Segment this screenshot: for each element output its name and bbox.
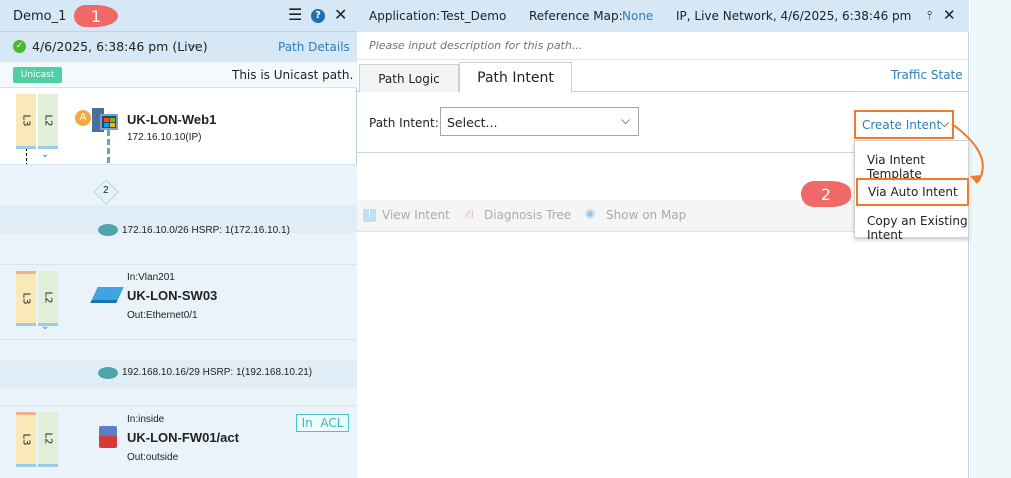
- interface-out: Out:Ethernet0/1: [127, 310, 198, 321]
- tab-path-logic[interactable]: Path Logic: [359, 64, 459, 92]
- layer-l3[interactable]: L3: [16, 412, 36, 467]
- hop-section: 2 172.16.10.0/26 HSRP: 1(172.16.10.1): [0, 165, 357, 265]
- timestamp-dropdown[interactable]: 4/6/2025, 6:38:46 pm (Live): [32, 39, 208, 54]
- menu-icon[interactable]: ☰: [288, 5, 302, 24]
- acl-badge[interactable]: In ACL: [296, 414, 349, 432]
- layer-l2[interactable]: L2: [38, 412, 58, 467]
- device-name[interactable]: UK-LON-SW03: [127, 288, 217, 303]
- close-icon[interactable]: ✕: [943, 6, 956, 24]
- view-intent-icon: I: [363, 209, 376, 222]
- callout-1: 1: [74, 5, 118, 27]
- unicast-badge: Unicast: [13, 67, 62, 83]
- check-icon: ✓: [13, 40, 26, 53]
- reference-map-link[interactable]: None: [622, 9, 653, 23]
- device-name[interactable]: UK-LON-Web1: [127, 112, 216, 127]
- source-marker: A: [75, 110, 91, 126]
- close-icon[interactable]: ✕: [334, 5, 347, 24]
- traffic-state-link[interactable]: Traffic State: [891, 68, 963, 82]
- router-icon: [98, 224, 118, 236]
- path-type-row: Unicast This is Unicast path.: [0, 62, 357, 88]
- eye-icon: ◉: [585, 206, 596, 220]
- path-info-header: Application: Test_Demo Reference Map: No…: [357, 0, 969, 32]
- router-icon: [98, 367, 118, 379]
- application-label: Application:: [369, 9, 441, 23]
- pin-icon[interactable]: ⫯: [927, 8, 932, 23]
- device-row[interactable]: L3 L2 ⌄ A UK-LON-Web1 172.16.10.10(IP): [0, 88, 357, 165]
- device-row[interactable]: L3 L2 In:inside UK-LON-FW01/act Out:outs…: [0, 406, 357, 478]
- reference-map-label: Reference Map:: [529, 9, 623, 23]
- server-icon: [92, 108, 120, 132]
- help-icon[interactable]: ?: [311, 9, 325, 23]
- timestamp-bar: ✓ 4/6/2025, 6:38:46 pm (Live) ⌵ Path Det…: [0, 32, 357, 62]
- path-panel: Demo_1 ☰ ? ✕ ✓ 4/6/2025, 6:38:46 pm (Liv…: [0, 0, 357, 478]
- path-type-text: This is Unicast path.: [232, 68, 354, 82]
- layer-l3[interactable]: L3: [16, 271, 36, 326]
- arrow-annotation: [951, 123, 984, 184]
- path-panel-header: Demo_1 ☰ ? ✕: [0, 0, 357, 32]
- device-ip: 172.16.10.10(IP): [127, 132, 202, 143]
- chevron-down-icon: ⌵: [621, 113, 631, 127]
- chevron-down-icon[interactable]: ⌵: [189, 38, 197, 52]
- hop-count: 2: [103, 185, 109, 196]
- tab-path-intent[interactable]: Path Intent: [459, 62, 572, 93]
- firewall-icon: [99, 426, 117, 448]
- layer-l3[interactable]: L3: [16, 94, 36, 149]
- application-value: Test_Demo: [441, 9, 507, 23]
- interface-in: In:Vlan201: [127, 272, 175, 283]
- description-input[interactable]: [357, 32, 968, 60]
- show-on-map-button[interactable]: Show on Map: [606, 208, 686, 222]
- background-area: [970, 0, 1011, 478]
- layer-l2[interactable]: L2: [38, 271, 58, 326]
- view-intent-button[interactable]: View Intent: [382, 208, 450, 222]
- expand-chevron-icon[interactable]: ⌄: [41, 149, 49, 160]
- subnet-label[interactable]: 192.168.10.16/29 HSRP: 1(192.168.10.21): [122, 367, 312, 378]
- path-details-link[interactable]: Path Details: [278, 40, 350, 54]
- switch-icon: [90, 287, 124, 303]
- interface-in: In:inside: [127, 414, 165, 425]
- device-name[interactable]: UK-LON-FW01/act: [127, 430, 239, 445]
- layer-l2[interactable]: L2: [38, 94, 58, 149]
- diagnosis-tree-button[interactable]: Diagnosis Tree: [484, 208, 571, 222]
- subnet-label[interactable]: 172.16.10.0/26 HSRP: 1(172.16.10.1): [122, 225, 290, 236]
- path-status: IP, Live Network, 4/6/2025, 6:38:46 pm: [676, 9, 912, 23]
- path-intent-label: Path Intent:: [369, 116, 439, 130]
- callout-2: 2: [801, 181, 851, 207]
- path-intent-select[interactable]: Select... ⌵: [440, 107, 639, 136]
- path-title: Demo_1: [13, 9, 67, 24]
- interface-out: Out:outside: [127, 452, 179, 463]
- menu-item-copy-existing-intent[interactable]: Copy an Existing Intent: [867, 214, 968, 242]
- create-intent-button[interactable]: Create Intent ⌵: [854, 110, 954, 139]
- subnet-section: 192.168.10.16/29 HSRP: 1(192.168.10.21): [0, 340, 357, 406]
- diagnosis-tree-icon: ⛙: [465, 207, 474, 221]
- expand-chevron-icon[interactable]: ⌄: [41, 321, 49, 332]
- device-row[interactable]: L3 L2 ⌄ In:Vlan201 UK-LON-SW03 Out:Ether…: [0, 265, 357, 340]
